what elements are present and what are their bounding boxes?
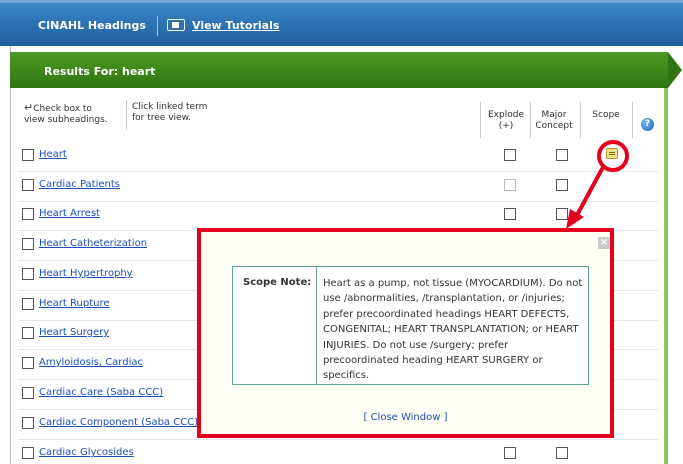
checkbox-hint-line2: view subheadings.: [24, 115, 108, 125]
tree-hint-line2: for tree view.: [132, 113, 191, 123]
scope-note-popup: × Scope Note: Heart as a pump, not tissu…: [197, 228, 614, 438]
scope-note-label: Scope Note:: [233, 267, 317, 384]
scope-note-box: Scope Note: Heart as a pump, not tissue …: [232, 266, 589, 385]
checkbox-hint-line1: Check box to: [33, 104, 92, 114]
major-concept-checkbox[interactable]: [556, 149, 568, 161]
subheadings-checkbox[interactable]: [22, 387, 34, 399]
column-divider: [480, 102, 481, 138]
close-icon[interactable]: ×: [598, 237, 610, 249]
subheadings-checkbox[interactable]: [22, 298, 34, 310]
term-link[interactable]: Heart Hypertrophy: [39, 268, 133, 279]
term-row: Cardiac Glycosides: [22, 439, 658, 464]
tree-hint-line1: Click linked term: [132, 102, 208, 112]
scope-note-text: Heart as a pump, not tissue (MYOCARDIUM)…: [323, 278, 583, 382]
term-link[interactable]: Heart Surgery: [39, 327, 109, 338]
major-concept-checkbox[interactable]: [556, 447, 568, 459]
results-banner-arrow: [668, 52, 682, 88]
left-border: [10, 46, 11, 464]
explode-checkbox-disabled: [504, 179, 516, 191]
explode-checkbox[interactable]: [504, 447, 516, 459]
callout-arrow-icon: [566, 167, 604, 229]
term-link[interactable]: Heart Catheterization: [39, 238, 147, 249]
close-window-link[interactable]: [ Close Window ]: [201, 412, 610, 423]
video-icon[interactable]: [167, 19, 185, 31]
checkbox-hint: ↵Check box to view subheadings.: [24, 102, 108, 126]
results-banner: Results For: heart: [10, 52, 668, 88]
subheadings-checkbox[interactable]: [22, 417, 34, 429]
term-link[interactable]: Amyloidosis, Cardiac: [39, 357, 143, 368]
major-concept-column-header: Major Concept: [534, 110, 574, 132]
return-arrow-icon: ↵: [24, 101, 34, 114]
subheadings-checkbox[interactable]: [22, 149, 34, 161]
hint-divider: [126, 100, 127, 130]
scope-column-header: Scope: [592, 110, 620, 120]
term-link[interactable]: Cardiac Care (Saba CCC): [39, 387, 163, 398]
term-link[interactable]: Heart: [39, 149, 67, 160]
help-icon[interactable]: ?: [641, 118, 654, 131]
explode-header-line1: Explode: [488, 110, 524, 120]
right-border: [664, 88, 668, 464]
subheadings-checkbox[interactable]: [22, 268, 34, 280]
column-divider: [530, 102, 531, 138]
term-link[interactable]: Cardiac Component (Saba CCC): [39, 417, 198, 428]
column-divider: [580, 102, 581, 138]
subheadings-checkbox[interactable]: [22, 447, 34, 459]
term-link[interactable]: Heart Arrest: [39, 208, 100, 219]
term-link[interactable]: Heart Rupture: [39, 298, 110, 309]
view-tutorials-link[interactable]: View Tutorials: [192, 19, 279, 32]
header-title: CINAHL Headings: [38, 19, 146, 32]
header-divider: [157, 16, 158, 36]
subheadings-checkbox[interactable]: [22, 208, 34, 220]
tree-view-hint: Click linked term for tree view.: [132, 102, 207, 124]
major-header-line2: Concept: [535, 121, 573, 131]
subheadings-checkbox[interactable]: [22, 327, 34, 339]
term-link[interactable]: Cardiac Patients: [39, 179, 120, 190]
explode-checkbox[interactable]: [504, 149, 516, 161]
subheadings-checkbox[interactable]: [22, 179, 34, 191]
header-bar: CINAHL Headings View Tutorials: [0, 0, 683, 46]
results-label: Results For: heart: [44, 65, 156, 78]
term-link[interactable]: Cardiac Glycosides: [39, 447, 134, 458]
subheadings-checkbox[interactable]: [22, 238, 34, 250]
major-header-line1: Major: [541, 110, 567, 120]
column-divider: [632, 102, 633, 138]
explode-header-line2: (+): [498, 121, 514, 131]
explode-checkbox[interactable]: [504, 208, 516, 220]
explode-column-header: Explode (+): [486, 110, 526, 132]
subheadings-checkbox[interactable]: [22, 357, 34, 369]
